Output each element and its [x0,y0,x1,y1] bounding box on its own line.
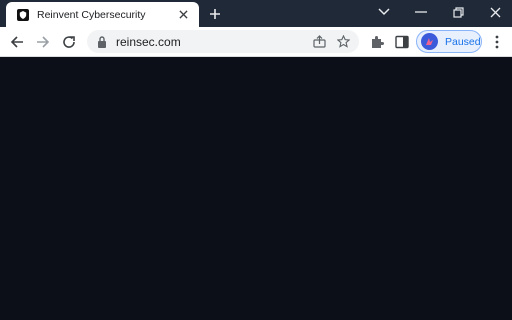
tab-strip: Reinvent Cybersecurity [0,0,512,27]
url-text[interactable]: reinsec.com [116,35,311,49]
side-panel-icon[interactable] [393,33,411,51]
more-menu-icon[interactable] [488,33,506,51]
profile-button[interactable]: Paused [416,30,482,53]
shield-icon [17,8,29,21]
close-tab-icon[interactable] [175,7,191,23]
browser-toolbar: reinsec.com Paused [0,27,512,57]
avatar [421,33,438,50]
restore-button[interactable] [447,3,469,21]
minimize-button[interactable] [410,3,432,21]
share-icon[interactable] [311,34,327,50]
page-content [0,57,512,320]
tab-reinvent[interactable]: Reinvent Cybersecurity [6,2,199,27]
reload-button[interactable] [60,33,78,51]
address-bar[interactable]: reinsec.com [87,30,359,53]
close-window-button[interactable] [484,3,506,21]
forward-button[interactable] [34,33,52,51]
profile-status-label: Paused [445,35,481,48]
extensions-icon[interactable] [368,33,386,51]
tab-title: Reinvent Cybersecurity [37,8,146,21]
new-tab-button[interactable] [206,5,224,23]
bookmark-star-icon[interactable] [335,34,351,50]
lock-icon[interactable] [96,35,108,48]
back-button[interactable] [8,33,26,51]
tab-search-icon[interactable] [373,3,395,21]
